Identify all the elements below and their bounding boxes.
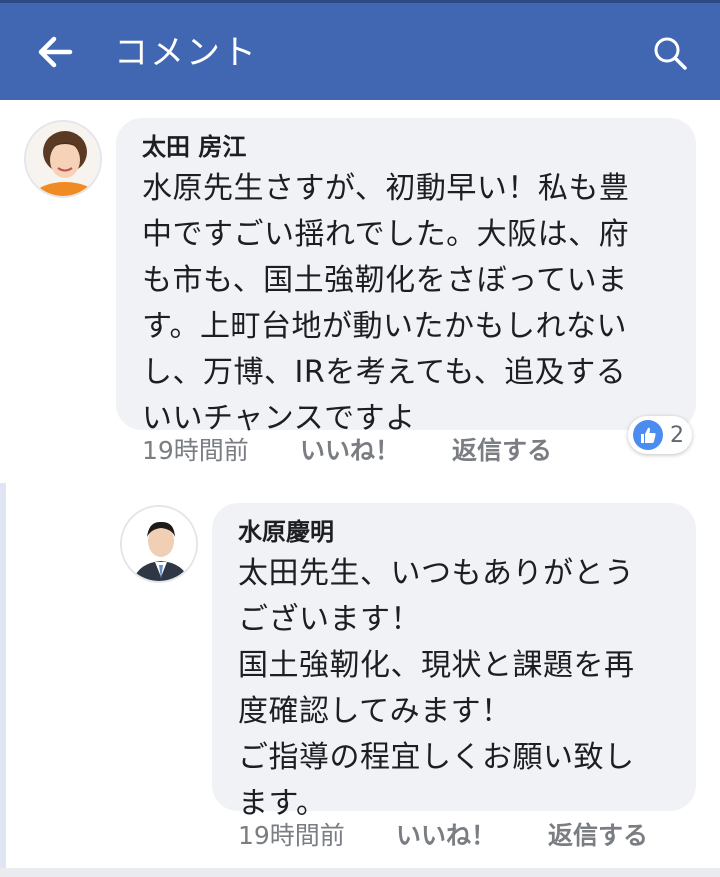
avatar-photo-woman: [26, 122, 100, 196]
avatar-photo-man: [122, 507, 196, 581]
comment: 太田 房江 水原先生さすが、初動早い！私も豊 中ですごい揺れでした。大阪は、府 …: [0, 100, 720, 483]
back-button[interactable]: [30, 29, 80, 75]
avatar[interactable]: [24, 120, 102, 198]
like-button[interactable]: いいね！: [396, 816, 496, 852]
comment-actions: 19時間前 いいね！ 返信する: [142, 431, 642, 465]
reply-button[interactable]: 返信する: [548, 816, 648, 852]
comment-bubble: 水原慶明 太田先生、いつもありがとう ございます！ 国土強靭化、現状と課題を再 …: [212, 503, 696, 821]
comment-time: 19時間前: [142, 436, 249, 465]
page-title: コメント: [114, 33, 258, 73]
reaction-count: 2: [670, 422, 684, 448]
comment-text: 太田先生、いつもありがとう ございます！ 国土強靭化、現状と課題を再 度確認して…: [238, 556, 635, 821]
avatar[interactable]: [120, 505, 198, 583]
arrow-left-icon: [38, 36, 73, 68]
divider: [0, 868, 720, 877]
app-header: コメント: [0, 0, 720, 100]
comment-actions: 19時間前 いいね！ 返信する: [238, 816, 698, 850]
reply-button[interactable]: 返信する: [452, 431, 552, 467]
comment-bubble: 太田 房江 水原先生さすが、初動早い！私も豊 中ですごい揺れでした。大阪は、府 …: [116, 118, 696, 436]
comment-text: 水原先生さすが、初動早い！私も豊 中ですごい揺れでした。大阪は、府 も市も、国土…: [142, 171, 630, 436]
comment-time: 19時間前: [238, 821, 345, 850]
comment-author[interactable]: 太田 房江: [142, 130, 674, 164]
comment-author[interactable]: 水原慶明: [238, 515, 674, 549]
like-button[interactable]: いいね！: [300, 431, 400, 467]
search-button[interactable]: [648, 31, 694, 77]
search-icon: [654, 37, 687, 70]
reply-comment: 水原慶明 太田先生、いつもありがとう ございます！ 国土強靭化、現状と課題を再 …: [0, 483, 720, 868]
